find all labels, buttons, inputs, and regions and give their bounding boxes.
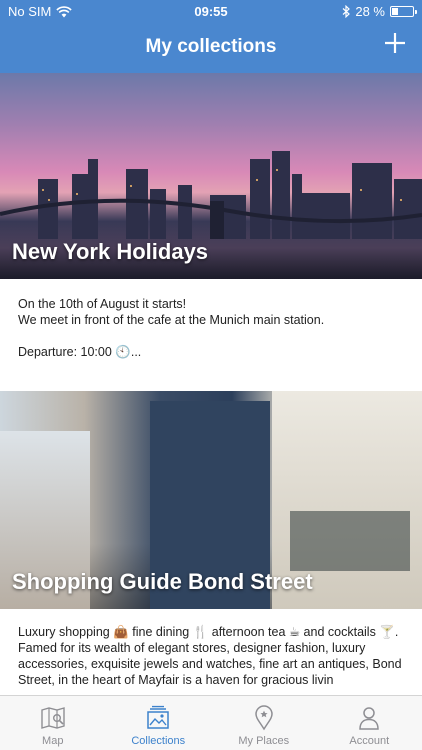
person-icon [359,707,380,730]
battery-icon [390,6,417,17]
collection-cover-image: Shopping Guide Bond Street [0,391,422,609]
status-bar: No SIM 09:55 28 % [0,0,422,24]
location-pin-icon [254,705,273,731]
status-right: 28 % [342,4,417,19]
tab-label: Collections [131,735,186,747]
collections-list[interactable]: New York Holidays On the 10th of August … [0,73,422,695]
city-skyline-illustration [0,151,422,239]
tab-my-places[interactable]: My Places [211,696,317,750]
tab-collections[interactable]: Collections [106,696,212,750]
page-title: My collections [145,36,277,57]
description-line: On the 10th of August it starts! [18,297,187,311]
description-line: Departure: 10:00 🕙... [18,345,142,359]
collection-card[interactable]: Shopping Guide Bond Street Luxury shoppi… [0,391,422,695]
shop-window [290,511,410,571]
description-line: We meet in front of the cafe at the Muni… [18,313,325,327]
battery-level [392,8,398,15]
description-line: Famed for its wealth of elegant stores, … [18,641,402,687]
tab-label: Account [349,735,390,747]
tab-bar: Map Collections My Places Account [0,695,422,750]
description-line: Luxury shopping 👜 fine dining 🍴 afternoo… [18,625,399,639]
collection-card[interactable]: New York Holidays On the 10th of August … [0,73,422,391]
collection-title: Shopping Guide Bond Street [12,569,313,594]
add-collection-button[interactable] [382,30,408,56]
bluetooth-icon [342,5,351,18]
tab-label: Map [42,735,64,747]
navigation-header: No SIM 09:55 28 % My collections [0,0,422,73]
collection-description: Luxury shopping 👜 fine dining 🍴 afternoo… [0,609,422,695]
battery-percent: 28 % [355,4,385,19]
map-icon [41,707,65,729]
tab-label: My Places [238,735,290,747]
collection-cover-image: New York Holidays [0,73,422,279]
collection-title: New York Holidays [12,239,209,264]
collections-icon [147,705,169,729]
tab-map[interactable]: Map [0,696,106,750]
collection-description: On the 10th of August it starts! We meet… [0,279,422,391]
tab-account[interactable]: Account [317,696,422,750]
